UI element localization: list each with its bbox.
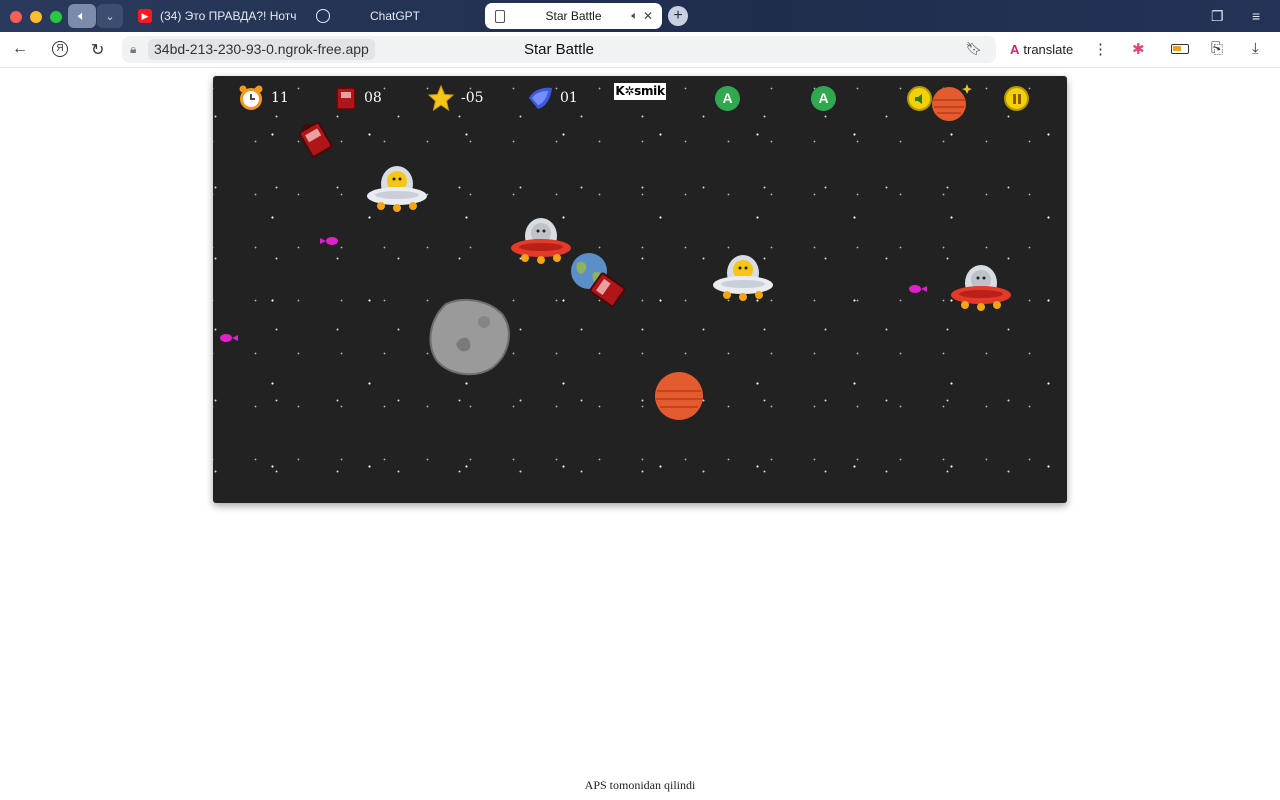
yandex-icon[interactable]: Я (52, 41, 68, 57)
audio-playing-icon[interactable]: 🔈︎ (631, 10, 638, 23)
tab-chatgpt[interactable]: ChatGPT (316, 3, 466, 29)
ufo-red-alien (511, 218, 571, 264)
chevron-down-icon[interactable]: ⌄ (97, 4, 123, 28)
enemy-bullet (220, 334, 238, 342)
mars-planet (655, 372, 703, 420)
ufo-red-alien (951, 265, 1011, 311)
tab-label: (34) Это ПРАВДА?! Нотч / (160, 9, 298, 23)
star-icon (427, 84, 455, 112)
translate-icon: A (1010, 42, 1020, 57)
translate-label: translate (1023, 42, 1074, 57)
rockets-value: 01 (560, 90, 578, 106)
footer-credit: APS tomonidan qilindi (584, 778, 696, 792)
maximize-window-button[interactable] (50, 11, 62, 23)
autofire-button[interactable]: A (811, 86, 836, 111)
ufo-yellow-alien (367, 166, 427, 212)
translate-button[interactable]: A translate (1004, 36, 1079, 63)
close-window-button[interactable] (10, 11, 22, 23)
game-canvas[interactable]: 11 08 -05 01 K✲smik A A (213, 76, 1067, 503)
more-icon[interactable]: ⋮ (1093, 40, 1108, 58)
screenshot-icon[interactable]: ⎘ (1211, 40, 1223, 57)
hud-rockets: 01 (526, 85, 578, 111)
hud-fuel: 08 (334, 85, 382, 111)
speaker-icon (914, 93, 922, 104)
fuel-canister-pickup (298, 121, 333, 158)
chatgpt-icon (316, 9, 330, 23)
tab-bar: 🔈︎ ⌄ ▶ (34) Это ПРАВДА?! Нотч / ChatGPT … (0, 0, 1280, 32)
menu-icon[interactable]: ≡ (1252, 8, 1260, 24)
url-field[interactable]: 🔒︎ 34bd-213-230-93-0.ngrok-free.app Star… (122, 36, 996, 63)
battery-icon[interactable] (1171, 44, 1189, 54)
autopilot-icon: A (722, 90, 733, 106)
new-tab-button[interactable]: + (668, 6, 688, 26)
autopilot-button[interactable]: A (715, 86, 740, 111)
minimize-window-button[interactable] (30, 11, 42, 23)
kosmik-logo: K✲smik (614, 83, 666, 100)
back-icon[interactable]: ← (12, 40, 28, 58)
speaker-icon[interactable]: 🔈︎ (68, 4, 96, 28)
download-icon[interactable]: ⤓ (1252, 40, 1259, 57)
planet-icon (932, 84, 972, 121)
alice-icon[interactable]: ✱ (1132, 40, 1145, 58)
enemy-bullet (320, 237, 338, 245)
youtube-icon: ▶ (138, 9, 152, 23)
alarm-clock-icon (239, 85, 263, 110)
tab-youtube[interactable]: ▶ (34) Это ПРАВДА?! Нотч / (138, 3, 298, 29)
autofire-icon: A (818, 90, 829, 106)
tab-star-battle[interactable]: Star Battle 🔈︎ ✕ (485, 3, 662, 29)
close-tab-icon[interactable]: ✕ (643, 9, 653, 23)
address-bar: ← Я ↻ 🔒︎ 34bd-213-230-93-0.ngrok-free.ap… (0, 32, 1280, 68)
ufo-yellow-alien (713, 255, 773, 301)
timer-value: 11 (271, 90, 289, 106)
hud-timer: 11 (237, 85, 289, 111)
pause-icon (1012, 93, 1021, 104)
reload-icon[interactable]: ↻ (91, 40, 104, 60)
pause-button[interactable] (1004, 86, 1029, 111)
fuel-canister-pickup (589, 272, 626, 308)
fuel-canister-icon (336, 86, 356, 110)
bookmark-icon[interactable]: 🔖︎ (965, 41, 982, 57)
fuel-value: 08 (364, 90, 382, 106)
rocket-icon (529, 87, 552, 109)
page-title: Star Battle (523, 41, 595, 58)
tab-label: ChatGPT (370, 9, 421, 23)
stars-value: -05 (461, 90, 484, 106)
tab-collections-icon[interactable]: ❐ (1211, 8, 1224, 25)
asteroid (429, 298, 510, 376)
enemy-bullet (909, 285, 927, 293)
hud-stars: -05 (427, 84, 484, 112)
